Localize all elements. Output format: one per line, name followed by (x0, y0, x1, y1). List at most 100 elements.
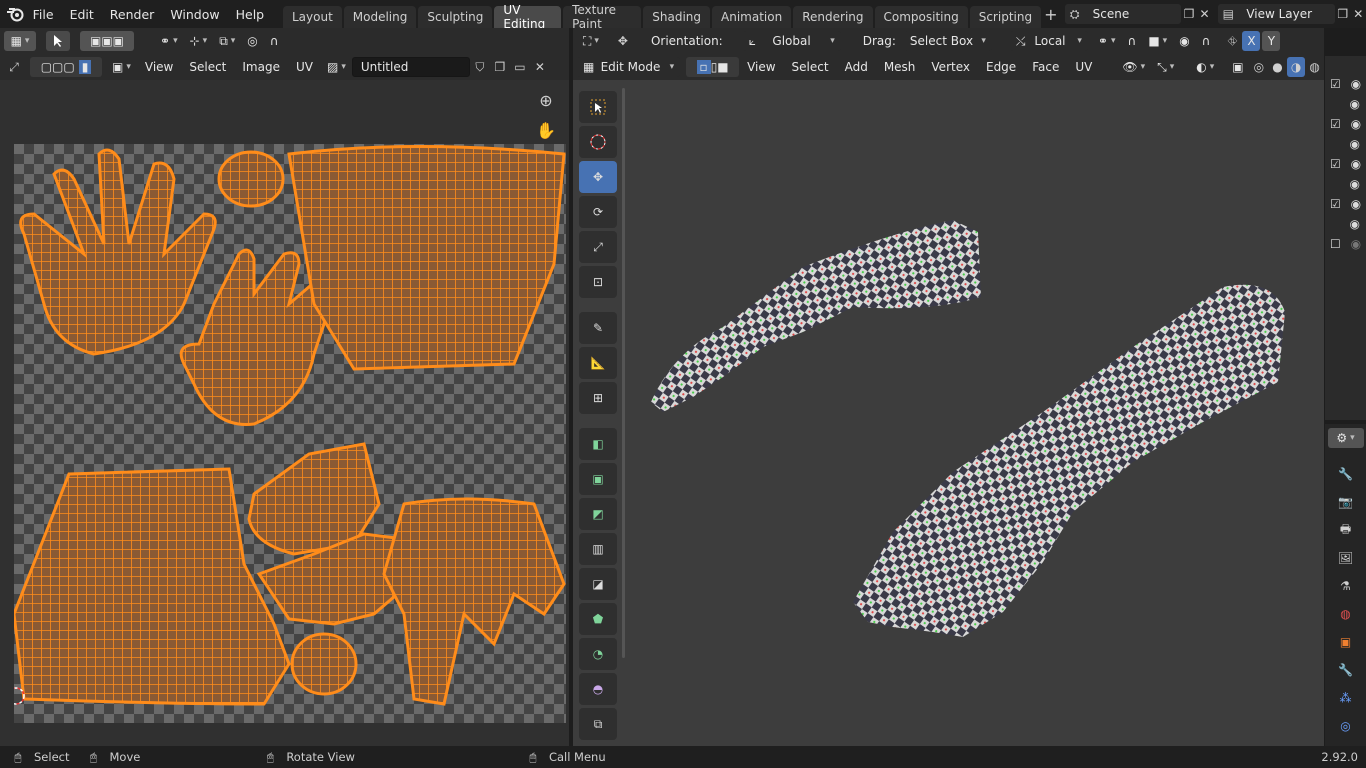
vp-menu-uv[interactable]: UV (1067, 60, 1100, 74)
uv-menu-view[interactable]: View (137, 60, 181, 74)
tab-scripting[interactable]: Scripting (969, 6, 1042, 28)
outliner-row-5[interactable]: ☑ ◉ (1325, 154, 1366, 174)
shading-solid-icon[interactable]: ● (1268, 57, 1287, 77)
eye-icon[interactable]: ◉ (1351, 197, 1361, 211)
proportional-editing-icon[interactable]: ◉ (1173, 31, 1195, 51)
view-layer-properties-icon[interactable]: 🖼 (1336, 544, 1356, 572)
eye-icon[interactable]: ◉ (1351, 157, 1361, 171)
vp-menu-edge[interactable]: Edge (978, 60, 1024, 74)
render-properties-icon[interactable]: 📷 (1336, 488, 1356, 516)
tab-layout[interactable]: Layout (282, 6, 342, 28)
new-scene-icon[interactable]: ❐ (1181, 4, 1197, 24)
uv-menu-image[interactable]: Image (234, 60, 288, 74)
mode-dropdown[interactable]: ▦ Edit Mode ▾ (577, 57, 681, 77)
world-properties-icon[interactable]: ◍ (1336, 600, 1356, 628)
pan-hand-icon[interactable]: ✋ (536, 120, 556, 140)
outliner-row-4[interactable]: ◉ (1325, 134, 1366, 154)
add-workspace-icon[interactable]: + (1043, 4, 1059, 24)
eye-icon[interactable]: ◉ (1350, 97, 1360, 111)
outliner-row-9[interactable]: ☐ ◉ (1325, 234, 1366, 254)
proportional-falloff-icon[interactable]: ∩ (1196, 31, 1217, 51)
face-select-icon[interactable]: ■ (717, 60, 728, 74)
outliner-row-8[interactable]: ◉ (1325, 214, 1366, 234)
delete-scene-icon[interactable]: ✕ (1197, 4, 1213, 24)
delete-view-layer-icon[interactable]: ✕ (1350, 4, 1366, 24)
mesh-select-modes[interactable]: ▫ ▯ ■ (686, 57, 740, 77)
uv-select-modes[interactable]: ▢▢▢ ▮ (30, 57, 102, 77)
orientation-dropdown[interactable]: ⟀ Global ▾ (742, 31, 841, 51)
object-properties-icon[interactable]: ▣ (1336, 628, 1356, 656)
checkbox-icon[interactable]: ☑ (1330, 77, 1341, 91)
outliner-row-2[interactable]: ◉ (1325, 94, 1366, 114)
modifier-properties-icon[interactable]: 🔧 (1336, 656, 1356, 684)
falloff-icon[interactable]: ∩ (264, 31, 285, 51)
scene-selector[interactable]: ⛭ Scene (1064, 4, 1182, 24)
pivot-dropdown[interactable]: ⤯ Local ▾ (1009, 31, 1088, 51)
image-browse-icon[interactable]: ▨ ▾ (321, 57, 352, 77)
overlay-icon[interactable]: ◐ ▾ (1190, 57, 1220, 77)
eye-icon[interactable]: ◉ (1351, 237, 1361, 251)
outliner-row-3[interactable]: ☑ ◉ (1325, 114, 1366, 134)
menu-render[interactable]: Render (102, 0, 163, 28)
vp-menu-select[interactable]: Select (784, 60, 837, 74)
checkbox-icon[interactable]: ☑ (1330, 157, 1341, 171)
eye-icon[interactable]: ◉ (1350, 137, 1360, 151)
uv-canvas[interactable] (14, 144, 566, 723)
tab-texture-paint[interactable]: Texture Paint (563, 3, 642, 31)
particles-properties-icon[interactable]: ⁂ (1336, 684, 1356, 712)
zoom-icon[interactable]: ⊕ (536, 90, 556, 110)
properties-editor-type-button[interactable]: ⚙ ▾ (1327, 428, 1364, 448)
menu-window[interactable]: Window (162, 0, 227, 28)
tool-settings-icon[interactable]: 🔧 (1336, 460, 1356, 488)
checkbox-icon[interactable]: ☑ (1330, 197, 1341, 211)
proportional-edit-icon[interactable]: ◎ (241, 31, 263, 51)
outliner-row-6[interactable]: ◉ (1325, 174, 1366, 194)
output-properties-icon[interactable]: 🖶 (1336, 516, 1356, 544)
mirror-icon[interactable]: ⛗ (1222, 31, 1242, 51)
unlink-image-icon[interactable]: ✕ (530, 57, 550, 77)
vp-menu-add[interactable]: Add (837, 60, 876, 74)
transform-move-icon[interactable]: ✥ (613, 31, 633, 51)
menu-help[interactable]: Help (228, 0, 273, 28)
tab-sculpting[interactable]: Sculpting (418, 6, 493, 28)
open-image-icon[interactable]: ▭ (510, 57, 530, 77)
outliner-row-7[interactable]: ☑ ◉ (1325, 194, 1366, 214)
shading-wireframe-icon[interactable]: ◎ (1250, 57, 1269, 77)
selection-mode-group[interactable]: ▣▣▣ (80, 31, 134, 51)
vp-menu-view[interactable]: View (739, 60, 783, 74)
new-image-icon[interactable]: ❐ (490, 57, 510, 77)
tab-shading[interactable]: Shading (643, 6, 711, 28)
view-layer-selector[interactable]: ▤ View Layer (1218, 4, 1335, 24)
shading-material-icon[interactable]: ◑ (1286, 57, 1306, 77)
new-view-layer-icon[interactable]: ❐ (1335, 4, 1351, 24)
snapping-icon[interactable]: ∩ (1122, 31, 1143, 51)
checkbox-icon[interactable]: ☑ (1330, 117, 1341, 131)
snap-icon[interactable]: ⧉ ▾ (213, 31, 241, 51)
menu-edit[interactable]: Edit (62, 0, 102, 28)
snap-target-icon[interactable]: ■ ▾ (1142, 31, 1173, 51)
outliner-row-1[interactable]: ☑ ◉ (1325, 74, 1366, 94)
eye-icon[interactable]: ◉ (1350, 217, 1360, 231)
viewport-editor-type-button[interactable]: ⛶ ▾ (577, 31, 605, 51)
snap-link-icon[interactable]: ⚭ ▾ (1092, 31, 1122, 51)
physics-properties-icon[interactable]: ◎ (1336, 712, 1356, 740)
shading-rendered-icon[interactable]: ◍ (1305, 57, 1324, 77)
edge-select-icon[interactable]: ▯ (711, 60, 718, 74)
select-tool-button[interactable] (46, 31, 70, 51)
checkbox-empty-icon[interactable]: ☐ (1330, 237, 1341, 251)
3d-viewport[interactable]: ⛶ ▾ ✥ Orientation: ⟀ Global ▾ Drag: Selec… (573, 28, 1324, 746)
vp-menu-vertex[interactable]: Vertex (923, 60, 978, 74)
tab-animation[interactable]: Animation (712, 6, 792, 28)
eye-icon[interactable]: ◉ (1351, 117, 1361, 131)
tab-rendering[interactable]: Rendering (793, 6, 873, 28)
uv-sync-icon[interactable]: ⚭ ▾ (154, 31, 184, 51)
tab-uv-editing[interactable]: UV Editing (494, 3, 562, 31)
uv-menu-select[interactable]: Select (181, 60, 234, 74)
drag-dropdown[interactable]: Select Box ▾ (903, 31, 992, 51)
gizmo-icon[interactable]: ⤡ ▾ (1151, 57, 1180, 77)
menu-file[interactable]: File (25, 0, 62, 28)
uv-display-icon[interactable]: ▣ ▾ (106, 57, 137, 77)
fake-user-icon[interactable]: ⛉ (470, 57, 490, 77)
tab-modeling[interactable]: Modeling (343, 6, 417, 28)
vertex-select-icon[interactable]: ▫ (696, 60, 711, 74)
